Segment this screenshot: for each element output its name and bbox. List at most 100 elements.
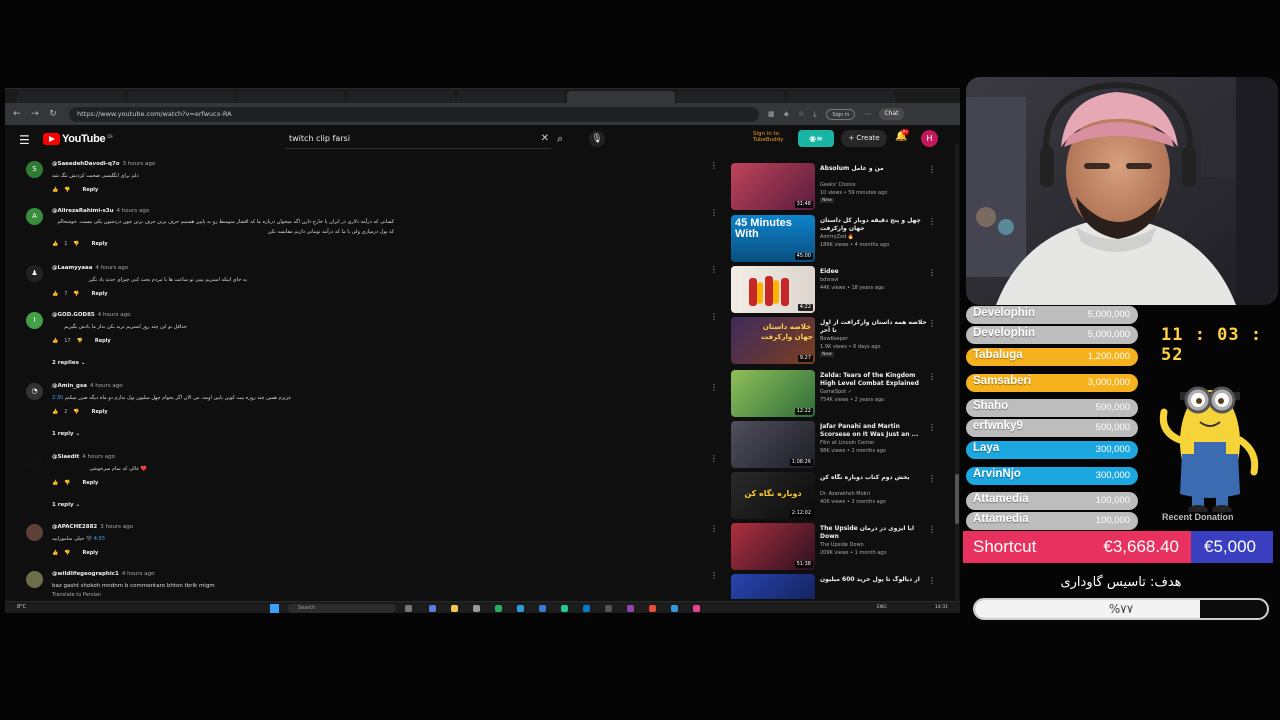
video-thumbnail[interactable]: [731, 574, 815, 599]
view-replies-toggle[interactable]: 1 reply ⌄: [52, 431, 80, 437]
browser-tab-active[interactable]: [567, 91, 675, 103]
like-icon[interactable]: 👍: [52, 291, 58, 297]
video-thumbnail[interactable]: 51:38: [731, 523, 815, 570]
copilot-chat-button[interactable]: Chat: [879, 108, 904, 120]
url-field[interactable]: https://www.youtube.com/watch?v=erfwucx-…: [69, 106, 759, 122]
video-card[interactable]: 51:38 آیا ایزوی دز درمان The Upside Down…: [731, 523, 953, 571]
dislike-icon[interactable]: 👎: [64, 550, 70, 556]
windows-start-icon[interactable]: [270, 604, 279, 613]
browser-tab[interactable]: [127, 91, 235, 103]
like-icon[interactable]: 👍: [52, 338, 58, 344]
search-icon[interactable]: ⌕: [557, 132, 563, 146]
comment-author[interactable]: @AlirezaRahimi-s3u 4 hours ago: [52, 208, 149, 214]
dislike-icon[interactable]: 👎: [77, 338, 83, 344]
forward-icon[interactable]: →: [29, 108, 41, 120]
microphone-icon[interactable]: 🎙: [589, 131, 605, 147]
chrome-icon[interactable]: [649, 605, 656, 612]
browser-tab[interactable]: [347, 91, 455, 103]
video-title[interactable]: از دیالوگ تا پول خرید 600 میلیون: [820, 576, 932, 584]
task-view-icon[interactable]: [405, 605, 412, 612]
video-more-icon[interactable]: ⋮: [928, 217, 936, 226]
video-more-icon[interactable]: ⋮: [928, 165, 936, 174]
bookmark-icon[interactable]: ☆: [798, 110, 804, 118]
video-card[interactable]: 31:48 Absolum من و عامل Geeks' Choice 10…: [731, 163, 953, 211]
clear-search-icon[interactable]: ✕: [541, 133, 549, 144]
video-more-icon[interactable]: ⋮: [928, 525, 936, 534]
reply-button[interactable]: Reply: [95, 338, 111, 344]
reply-button[interactable]: Reply: [92, 241, 108, 247]
comment-author[interactable]: @SaeedehDavodi-q7o 3 hours ago: [52, 161, 155, 167]
page-scrollbar[interactable]: [955, 144, 959, 604]
video-thumbnail[interactable]: 31:48: [731, 163, 815, 210]
reload-icon[interactable]: ↻: [47, 108, 59, 120]
browser-tab[interactable]: [677, 91, 785, 103]
video-more-icon[interactable]: ⋮: [928, 576, 936, 585]
dislike-icon[interactable]: 👎: [73, 241, 79, 247]
timestamp-link[interactable]: 2:30: [52, 395, 63, 401]
avatar[interactable]: [26, 524, 43, 541]
file-explorer-icon[interactable]: [451, 605, 458, 612]
reply-button[interactable]: Reply: [92, 409, 108, 415]
video-title[interactable]: Jafar Panahi and Martin Scorsese on It W…: [820, 423, 932, 439]
dislike-icon[interactable]: 👎: [73, 409, 79, 415]
view-replies-toggle[interactable]: 1 reply ⌄: [52, 502, 80, 508]
back-icon[interactable]: ←: [11, 108, 23, 120]
hamburger-menu-icon[interactable]: ☰: [19, 133, 30, 147]
comment-author[interactable]: @wildlifegeographic1 4 hours ago: [52, 571, 155, 577]
video-thumbnail[interactable]: خلاصه داستان جهان وارکرفت 9:27: [731, 317, 815, 364]
view-replies-toggle[interactable]: 2 replies ⌄: [52, 360, 85, 366]
like-icon[interactable]: 👍: [52, 187, 58, 193]
browser-tab[interactable]: [237, 91, 345, 103]
video-channel[interactable]: AmirryZed 🔥: [820, 234, 854, 240]
comment-more-icon[interactable]: ⋮: [710, 312, 718, 321]
search-input[interactable]: twitch clip farsi ✕: [285, 131, 551, 149]
dislike-icon[interactable]: 👎: [64, 480, 70, 486]
reply-button[interactable]: Reply: [92, 291, 108, 297]
browser-tab[interactable]: [787, 91, 895, 103]
avatar[interactable]: I: [26, 312, 43, 329]
video-channel[interactable]: Dr. Azarakhsh Mokri: [820, 491, 870, 497]
teams-icon[interactable]: [429, 605, 436, 612]
video-title[interactable]: آیا ایزوی دز درمان The Upside Down: [820, 525, 932, 541]
video-title[interactable]: Eidee: [820, 268, 932, 276]
comment-more-icon[interactable]: ⋮: [710, 208, 718, 217]
timestamp-link[interactable]: 4:55: [94, 536, 105, 542]
avatar[interactable]: [26, 571, 43, 588]
app-icon[interactable]: [671, 605, 678, 612]
app-icon[interactable]: [539, 605, 546, 612]
video-card[interactable]: دوباره نگاه کن 2:12:02 بخش دوم کتاب دوبا…: [731, 472, 953, 520]
video-thumbnail[interactable]: 45 Minutes With 45:00: [731, 215, 815, 262]
video-more-icon[interactable]: ⋮: [928, 423, 936, 432]
scrollbar-thumb[interactable]: [955, 474, 959, 524]
avatar[interactable]: ♟: [26, 265, 43, 282]
download-icon[interactable]: ⤓: [813, 110, 816, 119]
create-button[interactable]: + Create: [841, 130, 887, 147]
more-icon[interactable]: ⋯: [864, 110, 871, 118]
video-more-icon[interactable]: ⋮: [928, 474, 936, 483]
video-more-icon[interactable]: ⋮: [928, 268, 936, 277]
taskbar-search[interactable]: Search: [288, 604, 396, 613]
edge-icon[interactable]: [495, 605, 502, 612]
dislike-icon[interactable]: 👎: [73, 291, 79, 297]
video-channel[interactable]: The Upside Down: [820, 542, 864, 548]
app-icon[interactable]: [627, 605, 634, 612]
video-more-icon[interactable]: ⋮: [928, 319, 936, 328]
avatar[interactable]: ◔: [26, 383, 43, 400]
video-channel[interactable]: Film at Lincoln Center: [820, 440, 875, 446]
avatar[interactable]: A: [26, 208, 43, 225]
video-channel[interactable]: Geeks' Choice: [820, 182, 855, 188]
avatar[interactable]: S: [26, 161, 43, 178]
extension-icon[interactable]: ◈: [784, 110, 789, 118]
comment-more-icon[interactable]: ⋮: [710, 454, 718, 463]
comment-more-icon[interactable]: ⋮: [710, 161, 718, 170]
comment-author[interactable]: @APACHE2882 3 hours ago: [52, 524, 133, 530]
browser-tab[interactable]: [457, 91, 565, 103]
comment-more-icon[interactable]: ⋮: [710, 524, 718, 533]
video-title[interactable]: Absolum من و عامل: [820, 165, 932, 173]
browser-tab[interactable]: [17, 91, 125, 103]
avatar[interactable]: [26, 454, 43, 471]
video-card[interactable]: 1:08:26 Jafar Panahi and Martin Scorsese…: [731, 421, 953, 469]
video-title[interactable]: چهل و پنج دقیقه دوبار کل داستان جهان وار…: [820, 217, 932, 233]
comment-more-icon[interactable]: ⋮: [710, 571, 718, 580]
weather-widget[interactable]: 8°C: [17, 604, 26, 610]
